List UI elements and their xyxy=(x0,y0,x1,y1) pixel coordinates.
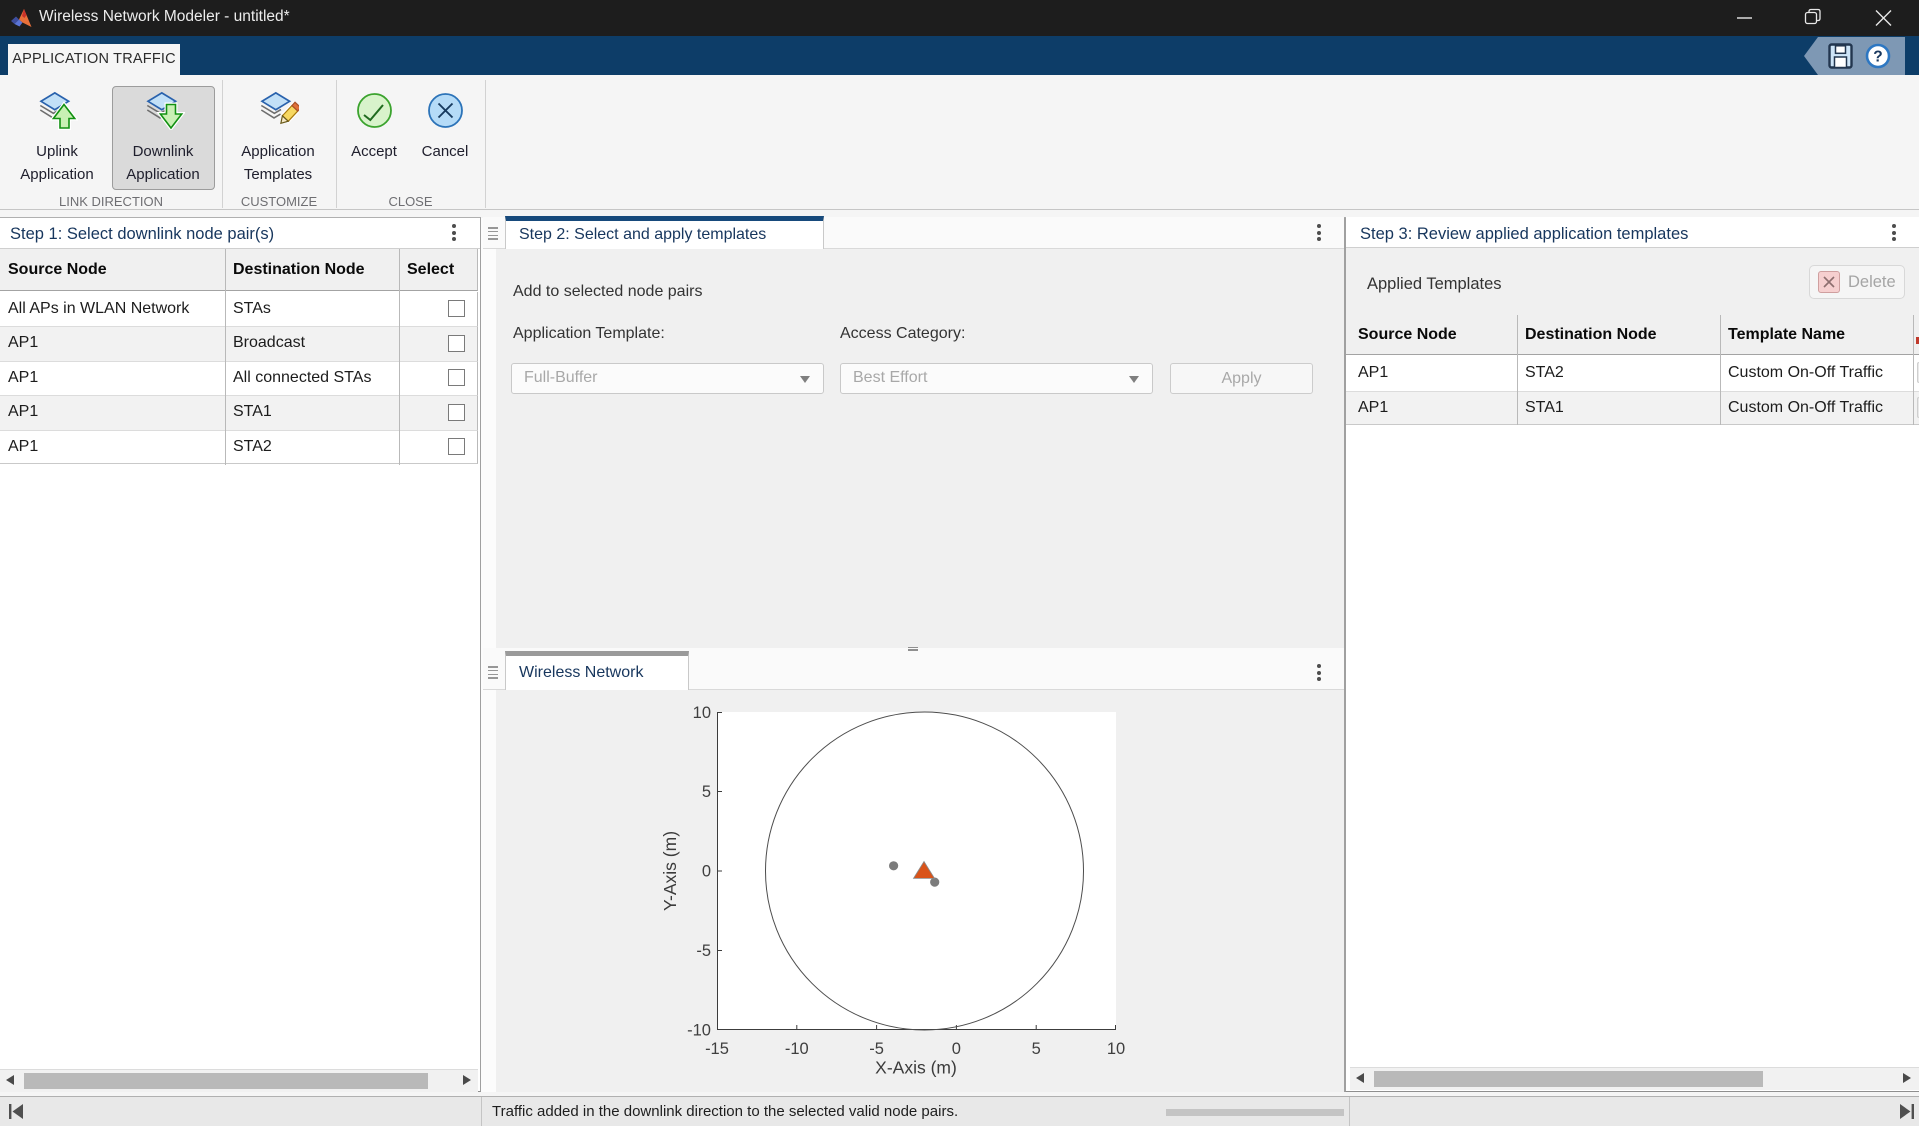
svg-text:-5: -5 xyxy=(869,1040,884,1058)
svg-text:0: 0 xyxy=(952,1040,961,1058)
svg-text:Y-Axis (m): Y-Axis (m) xyxy=(660,831,680,911)
svg-text:-10: -10 xyxy=(687,1022,711,1040)
svg-text:10: 10 xyxy=(1107,1040,1125,1058)
svg-text:5: 5 xyxy=(1032,1040,1041,1058)
svg-text:-5: -5 xyxy=(696,942,711,960)
svg-text:-15: -15 xyxy=(705,1040,729,1058)
svg-text:?: ? xyxy=(1873,48,1882,65)
svg-text:X-Axis (m): X-Axis (m) xyxy=(875,1058,957,1078)
svg-text:5: 5 xyxy=(702,783,711,801)
svg-text:0: 0 xyxy=(702,863,711,881)
svg-text:10: 10 xyxy=(693,704,711,722)
svg-text:-10: -10 xyxy=(785,1040,809,1058)
